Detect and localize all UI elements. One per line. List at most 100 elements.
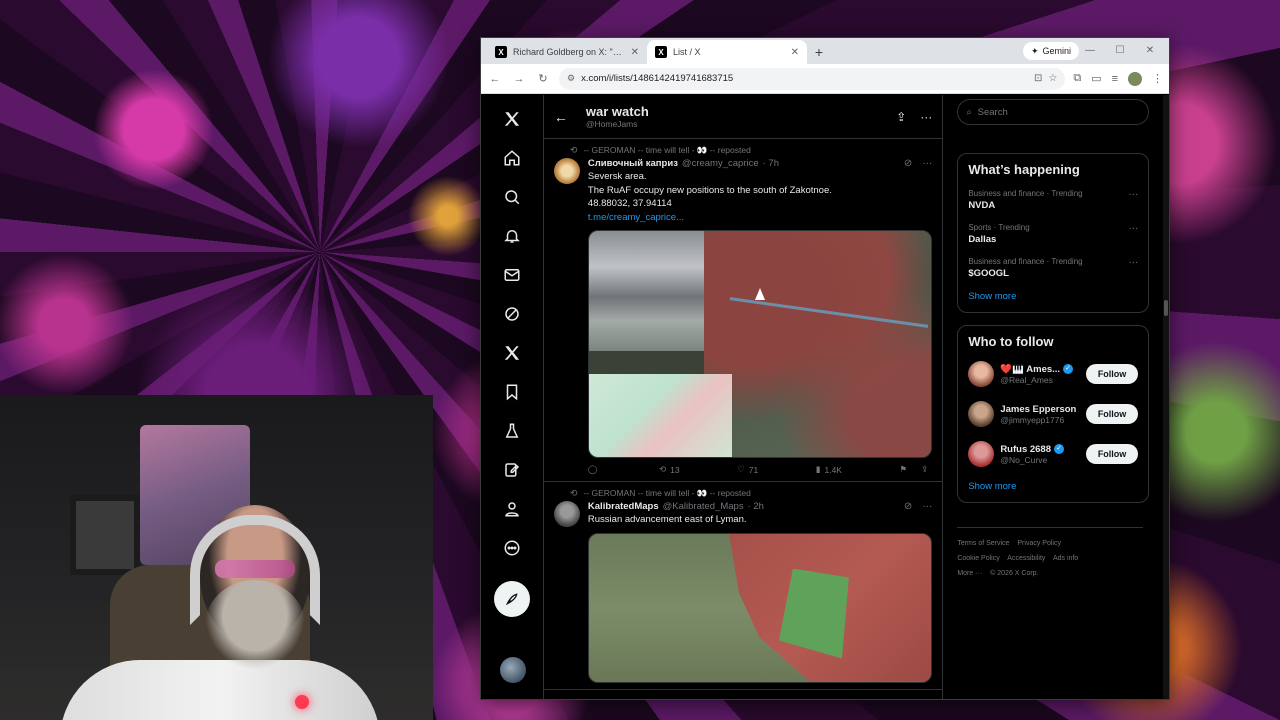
tweet-body: KalibratedMaps @Kalibrated_Maps · 2h ⊘ ·… xyxy=(553,501,932,683)
menu-kebab-icon[interactable]: ⋮ xyxy=(1152,72,1163,85)
compose-post-button[interactable] xyxy=(493,581,530,617)
tweet-avatar[interactable] xyxy=(553,158,580,184)
author-name[interactable]: KalibratedMaps xyxy=(588,501,659,512)
jobs-flask-icon[interactable] xyxy=(494,413,530,449)
more-options-icon[interactable]: ··· xyxy=(920,110,932,124)
trend-item[interactable]: Sports · Trending Dallas ··· xyxy=(968,223,1138,245)
more-circle-icon[interactable] xyxy=(494,530,530,566)
gemini-button[interactable]: ✦ Gemini xyxy=(1022,42,1079,60)
suggestion-avatar[interactable] xyxy=(968,361,995,387)
grok-icon[interactable]: ⊘ xyxy=(904,501,912,512)
repost-button[interactable]: ⟲ 13 xyxy=(659,464,680,475)
notifications-bell-icon[interactable] xyxy=(494,218,530,254)
tweet[interactable]: ⟲ -- GEROMAN -- time will tell - 👀 -- re… xyxy=(543,139,943,482)
install-app-icon[interactable]: ⊡ xyxy=(1034,73,1042,84)
tweet-time[interactable]: · 7h xyxy=(763,158,779,169)
tab-list-x[interactable]: X List / X ✕ xyxy=(647,40,807,64)
window-controls: — ☐ ✕ xyxy=(1075,40,1165,60)
suggestion-name[interactable]: James Epperson xyxy=(1000,404,1076,415)
x-logo-icon[interactable] xyxy=(494,101,530,137)
follow-suggestion[interactable]: James Epperson @jimmyepp1776 Follow xyxy=(968,401,1139,427)
bookmark-icon[interactable]: ⚑ xyxy=(900,464,908,475)
left-navigation xyxy=(481,95,544,699)
tab-richard-goldberg[interactable]: X Richard Goldberg on X: "Now the ✕ xyxy=(487,40,647,64)
more-options-icon[interactable]: ··· xyxy=(1128,189,1138,200)
follow-button[interactable]: Follow xyxy=(1085,364,1139,384)
grok-icon[interactable]: ⊘ xyxy=(904,158,912,169)
author-handle[interactable]: @creamy_caprice xyxy=(682,158,759,169)
search-input[interactable]: ⌕ Search xyxy=(957,99,1150,125)
reload-icon[interactable]: ↻ xyxy=(535,71,551,87)
repost-text: -- GEROMAN -- time will tell - 👀 -- repo… xyxy=(583,145,751,155)
cast-icon[interactable]: ▭ xyxy=(1091,72,1101,85)
reply-button[interactable]: ◯ xyxy=(588,464,602,475)
trends-show-more-link[interactable]: Show more xyxy=(968,291,1138,302)
share-icon[interactable]: ⇪ xyxy=(921,464,928,475)
site-info-icon[interactable]: ⚙ xyxy=(567,73,575,84)
more-options-icon[interactable]: ··· xyxy=(1128,223,1138,234)
repost-text: -- GEROMAN -- time will tell - 👀 -- repo… xyxy=(583,488,751,498)
close-tab-icon[interactable]: ✕ xyxy=(631,47,639,58)
messages-envelope-icon[interactable] xyxy=(494,257,530,293)
tweet-link[interactable]: t.me/creamy_caprice... xyxy=(588,211,932,225)
webcam-overlay xyxy=(0,395,433,720)
tweet-avatar[interactable] xyxy=(553,501,580,527)
follow-button[interactable]: Follow xyxy=(1085,444,1139,464)
profile-avatar-icon[interactable] xyxy=(1128,71,1142,86)
footer-cookie-link[interactable]: Cookie Policy xyxy=(957,555,999,562)
tweet-media-map[interactable] xyxy=(587,230,932,458)
forward-arrow-icon[interactable]: → xyxy=(511,71,527,87)
close-window-icon[interactable]: ✕ xyxy=(1135,40,1165,60)
maximize-icon[interactable]: ☐ xyxy=(1105,40,1135,60)
explore-search-icon[interactable] xyxy=(494,179,530,215)
articles-edit-icon[interactable] xyxy=(494,452,530,488)
more-options-icon[interactable]: ··· xyxy=(922,158,932,169)
trend-item[interactable]: Business and finance · Trending NVDA ··· xyxy=(968,189,1138,211)
premium-x-icon[interactable] xyxy=(494,335,530,371)
footer-terms-link[interactable]: Terms of Service xyxy=(957,540,1009,547)
bookmarks-icon[interactable] xyxy=(494,374,530,410)
author-handle[interactable]: @Kalibrated_Maps xyxy=(663,501,744,512)
media-icon[interactable]: ≡ xyxy=(1112,73,1118,85)
profile-icon[interactable] xyxy=(494,491,530,527)
back-arrow-icon[interactable]: ← xyxy=(554,109,568,125)
tweet-time[interactable]: · 2h xyxy=(748,501,764,512)
suggestion-name[interactable]: ❤️🎹 Ames... xyxy=(1000,364,1060,375)
home-icon[interactable] xyxy=(494,140,530,176)
suggestion-avatar[interactable] xyxy=(968,441,995,467)
close-tab-icon[interactable]: ✕ xyxy=(791,47,799,58)
repost-icon: ⟲ xyxy=(569,488,578,498)
follow-suggestion[interactable]: Rufus 2688 ✓ @No_Curve Follow xyxy=(968,441,1139,467)
more-options-icon[interactable]: ··· xyxy=(922,501,932,512)
extensions-icon[interactable]: ⧉ xyxy=(1073,72,1081,85)
follow-suggestion[interactable]: ❤️🎹 Ames... ✓ @Real_Ames Follow xyxy=(968,361,1139,387)
inset-location-map xyxy=(588,374,732,457)
suggestion-avatar[interactable] xyxy=(968,401,995,427)
views-button[interactable]: ▮ 1.4K xyxy=(816,464,842,475)
suggestion-name[interactable]: Rufus 2688 xyxy=(1000,444,1051,455)
footer-accessibility-link[interactable]: Accessibility xyxy=(1007,555,1045,562)
follow-button[interactable]: Follow xyxy=(1085,404,1139,424)
share-icon[interactable]: ⇪ xyxy=(896,110,906,124)
minimize-icon[interactable]: — xyxy=(1075,40,1105,60)
follow-show-more-link[interactable]: Show more xyxy=(968,481,1138,492)
grok-icon[interactable] xyxy=(494,296,530,332)
scrollbar-thumb[interactable] xyxy=(1164,300,1168,316)
page-scrollbar[interactable] xyxy=(1163,95,1169,699)
trend-item[interactable]: Business and finance · Trending $GOOGL ·… xyxy=(968,257,1138,279)
satellite-map xyxy=(703,231,931,457)
back-arrow-icon[interactable]: ← xyxy=(487,71,503,87)
more-options-icon[interactable]: ··· xyxy=(1128,257,1138,268)
footer-ads-link[interactable]: Ads info xyxy=(1053,555,1078,562)
author-name[interactable]: Сливочный каприз xyxy=(588,158,678,169)
new-tab-button[interactable]: + xyxy=(807,40,831,64)
bookmark-star-icon[interactable]: ☆ xyxy=(1048,73,1057,84)
like-button[interactable]: ♡ 71 xyxy=(737,464,758,475)
footer-privacy-link[interactable]: Privacy Policy xyxy=(1017,540,1061,547)
account-avatar[interactable] xyxy=(500,657,526,683)
repost-icon: ⟲ xyxy=(658,464,667,474)
footer-more-link[interactable]: More ··· xyxy=(957,570,982,577)
tweet-media-map[interactable] xyxy=(587,532,932,683)
address-bar[interactable]: ⚙ x.com/i/lists/1486142419741683715 ⊡ ☆ xyxy=(559,67,1066,90)
tweet[interactable]: ⟲ -- GEROMAN -- time will tell - 👀 -- re… xyxy=(543,482,943,690)
